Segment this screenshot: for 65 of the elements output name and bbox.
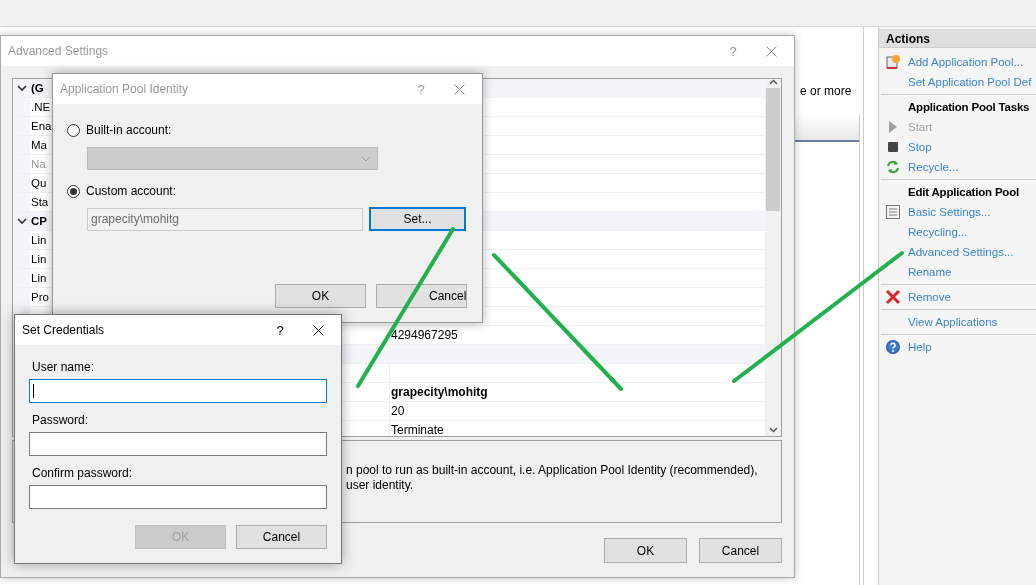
dialog-button[interactable]: Cancel bbox=[236, 525, 327, 549]
input-field[interactable] bbox=[29, 432, 327, 456]
property-value: Terminate bbox=[391, 423, 444, 436]
action-link[interactable]: Add Application Pool... bbox=[908, 56, 1024, 68]
scroll-down-icon bbox=[768, 427, 778, 433]
radio-button[interactable] bbox=[67, 123, 80, 137]
window-title: Application Pool Identity bbox=[60, 82, 190, 96]
field-label: User name: bbox=[32, 360, 95, 375]
window-title: Advanced Settings bbox=[8, 44, 110, 58]
property-name: Pro bbox=[31, 291, 49, 303]
scrollbar[interactable] bbox=[765, 79, 781, 436]
property-name: Sta bbox=[31, 196, 49, 208]
property-value: grapecity\mohitg bbox=[391, 385, 488, 399]
settings-icon bbox=[885, 204, 901, 220]
input-field[interactable] bbox=[29, 379, 327, 403]
property-name: Qu bbox=[31, 177, 47, 189]
category-label: (G bbox=[31, 82, 44, 94]
account-field[interactable]: grapecity\mohitg bbox=[87, 207, 363, 231]
description-text: n pool to run as built-in account, i.e. Application Pool Identity (recommended), bbox=[346, 463, 759, 477]
close-icon bbox=[312, 324, 324, 336]
radio-button[interactable] bbox=[67, 184, 80, 198]
input-field[interactable] bbox=[29, 485, 327, 509]
property-name: Lin bbox=[31, 253, 47, 265]
action-link[interactable]: Recycling... bbox=[908, 226, 968, 238]
action-link[interactable]: Set Application Pool Def bbox=[908, 76, 1032, 88]
field-label: Confirm password: bbox=[32, 466, 133, 481]
action-link[interactable]: View Applications bbox=[908, 316, 998, 328]
property-value: 4294967295 bbox=[391, 328, 458, 342]
dialog-button[interactable]: Cancel bbox=[699, 538, 782, 563]
help-icon bbox=[885, 339, 901, 355]
action-link[interactable]: Stop bbox=[908, 141, 932, 153]
section-heading: Edit Application Pool bbox=[907, 185, 1020, 200]
property-name: Lin bbox=[31, 272, 47, 284]
property-value: 20 bbox=[391, 404, 405, 418]
property-name: Na bbox=[31, 158, 46, 170]
radio-option[interactable]: Custom account: bbox=[67, 182, 177, 200]
action-link[interactable]: Recycle... bbox=[908, 161, 959, 173]
property-name: .NE bbox=[31, 101, 51, 113]
pane-title: Actions bbox=[879, 29, 1036, 48]
property-name: Lin bbox=[31, 234, 47, 246]
action-link[interactable]: Basic Settings... bbox=[908, 206, 991, 218]
category-label: CP bbox=[31, 215, 47, 227]
description-text: user identity. bbox=[346, 478, 415, 492]
close-icon bbox=[765, 45, 777, 57]
property-name: Ma bbox=[31, 139, 47, 151]
description-text: e or more bbox=[799, 84, 853, 100]
action-link[interactable]: Rename bbox=[908, 266, 952, 278]
window-title: Set Credentials bbox=[22, 323, 106, 337]
dialog-button[interactable]: OK bbox=[275, 284, 366, 308]
close-icon bbox=[453, 83, 465, 95]
radio-option[interactable]: Built-in account: bbox=[67, 121, 172, 139]
action-link[interactable]: Remove bbox=[908, 291, 951, 303]
remove-icon bbox=[885, 289, 901, 305]
dialog-button[interactable]: OK bbox=[604, 538, 687, 563]
stop-icon bbox=[885, 139, 901, 155]
dropdown-chevron-icon bbox=[361, 155, 371, 162]
set-button[interactable]: Set... bbox=[369, 207, 466, 231]
recycle-icon bbox=[885, 159, 901, 175]
action-link[interactable]: Advanced Settings... bbox=[908, 246, 1014, 258]
section-heading: Application Pool Tasks bbox=[907, 100, 1031, 115]
scroll-up-icon bbox=[768, 79, 778, 85]
property-name: Ena bbox=[31, 120, 52, 132]
action-link[interactable]: Help bbox=[908, 341, 932, 353]
dialog-button[interactable]: Cancel bbox=[376, 284, 467, 308]
add-pool-icon bbox=[885, 54, 901, 70]
